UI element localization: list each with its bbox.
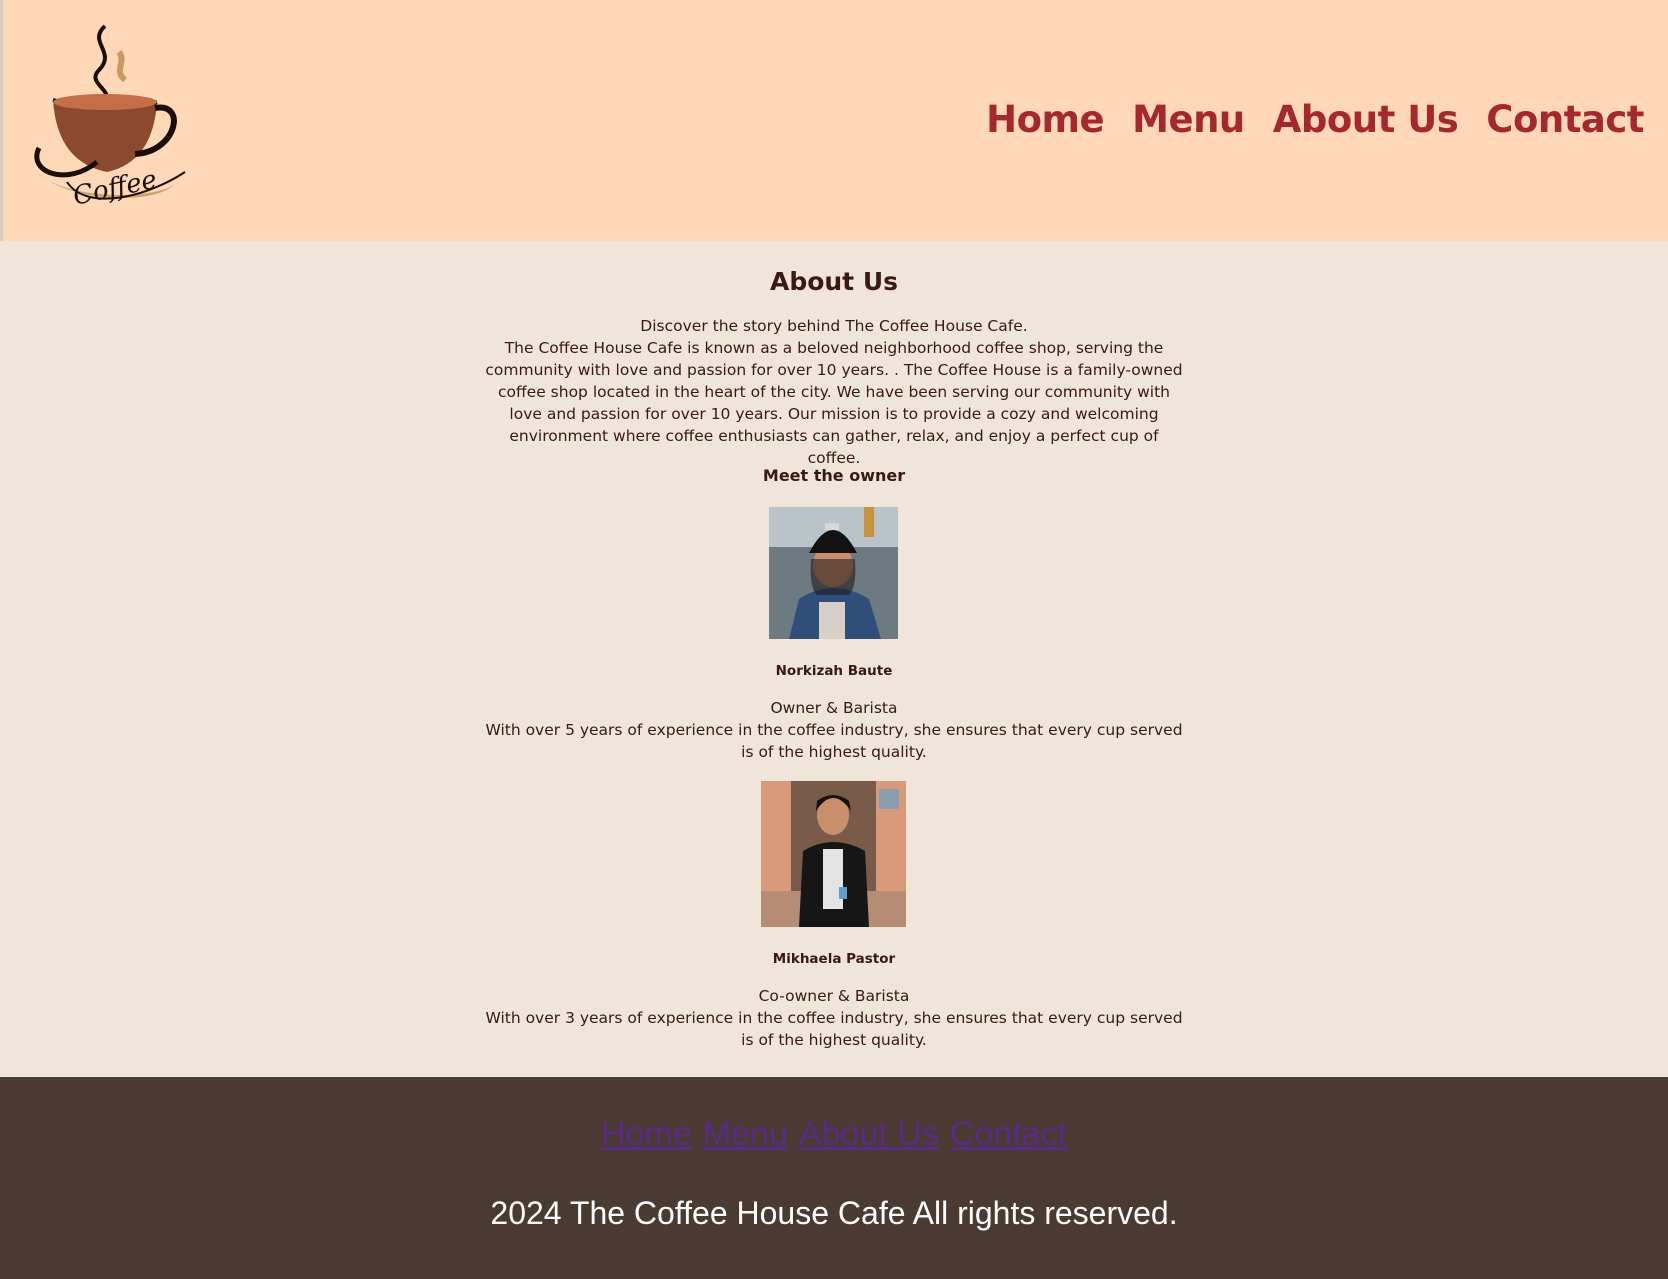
- owner-role: Owner & Barista: [770, 699, 898, 717]
- owner-heading: Meet the owner: [762, 466, 906, 485]
- nav-about-us[interactable]: About Us: [1273, 98, 1459, 141]
- owner-photo: [769, 507, 898, 639]
- footer-nav-contact[interactable]: Contact: [950, 1115, 1067, 1153]
- intro-paragraph: The Coffee House Cafe is known as a belo…: [485, 339, 1183, 467]
- owner-bio-block: Owner & Barista With over 5 years of exp…: [484, 697, 1184, 763]
- coffee-cup-logo[interactable]: Coffee: [27, 22, 187, 218]
- footer-nav-about-us[interactable]: About Us: [799, 1115, 939, 1153]
- co-owner-bio-block: Co-owner & Barista With over 3 years of …: [484, 985, 1184, 1051]
- intro-text: Discover the story behind The Coffee Hou…: [484, 315, 1184, 469]
- site-header: Coffee Home Menu About Us Contact: [0, 0, 1668, 241]
- footer-nav-home[interactable]: Home: [601, 1115, 692, 1153]
- nav-home[interactable]: Home: [986, 98, 1105, 141]
- co-owner-role: Co-owner & Barista: [758, 987, 910, 1005]
- nav-menu[interactable]: Menu: [1132, 98, 1245, 141]
- page-title: About Us: [769, 267, 899, 296]
- owner-bio: With over 5 years of experience in the c…: [485, 721, 1183, 761]
- main-nav: Home Menu About Us Contact: [986, 98, 1644, 141]
- footer-nav: Home Menu About Us Contact: [0, 1115, 1668, 1154]
- co-owner-photo: [761, 781, 906, 927]
- site-footer: Home Menu About Us Contact 2024 The Coff…: [0, 1077, 1668, 1279]
- copyright-text: 2024 The Coffee House Cafe All rights re…: [490, 1195, 1178, 1231]
- intro-tagline: Discover the story behind The Coffee Hou…: [640, 317, 1028, 335]
- co-owner-name: Mikhaela Pastor: [772, 951, 896, 967]
- about-section: About Us Discover the story behind The C…: [0, 241, 1668, 1077]
- owner-name: Norkizah Baute: [775, 663, 893, 679]
- nav-contact[interactable]: Contact: [1486, 98, 1644, 141]
- footer-nav-menu[interactable]: Menu: [703, 1115, 788, 1153]
- co-owner-bio: With over 3 years of experience in the c…: [485, 1009, 1183, 1049]
